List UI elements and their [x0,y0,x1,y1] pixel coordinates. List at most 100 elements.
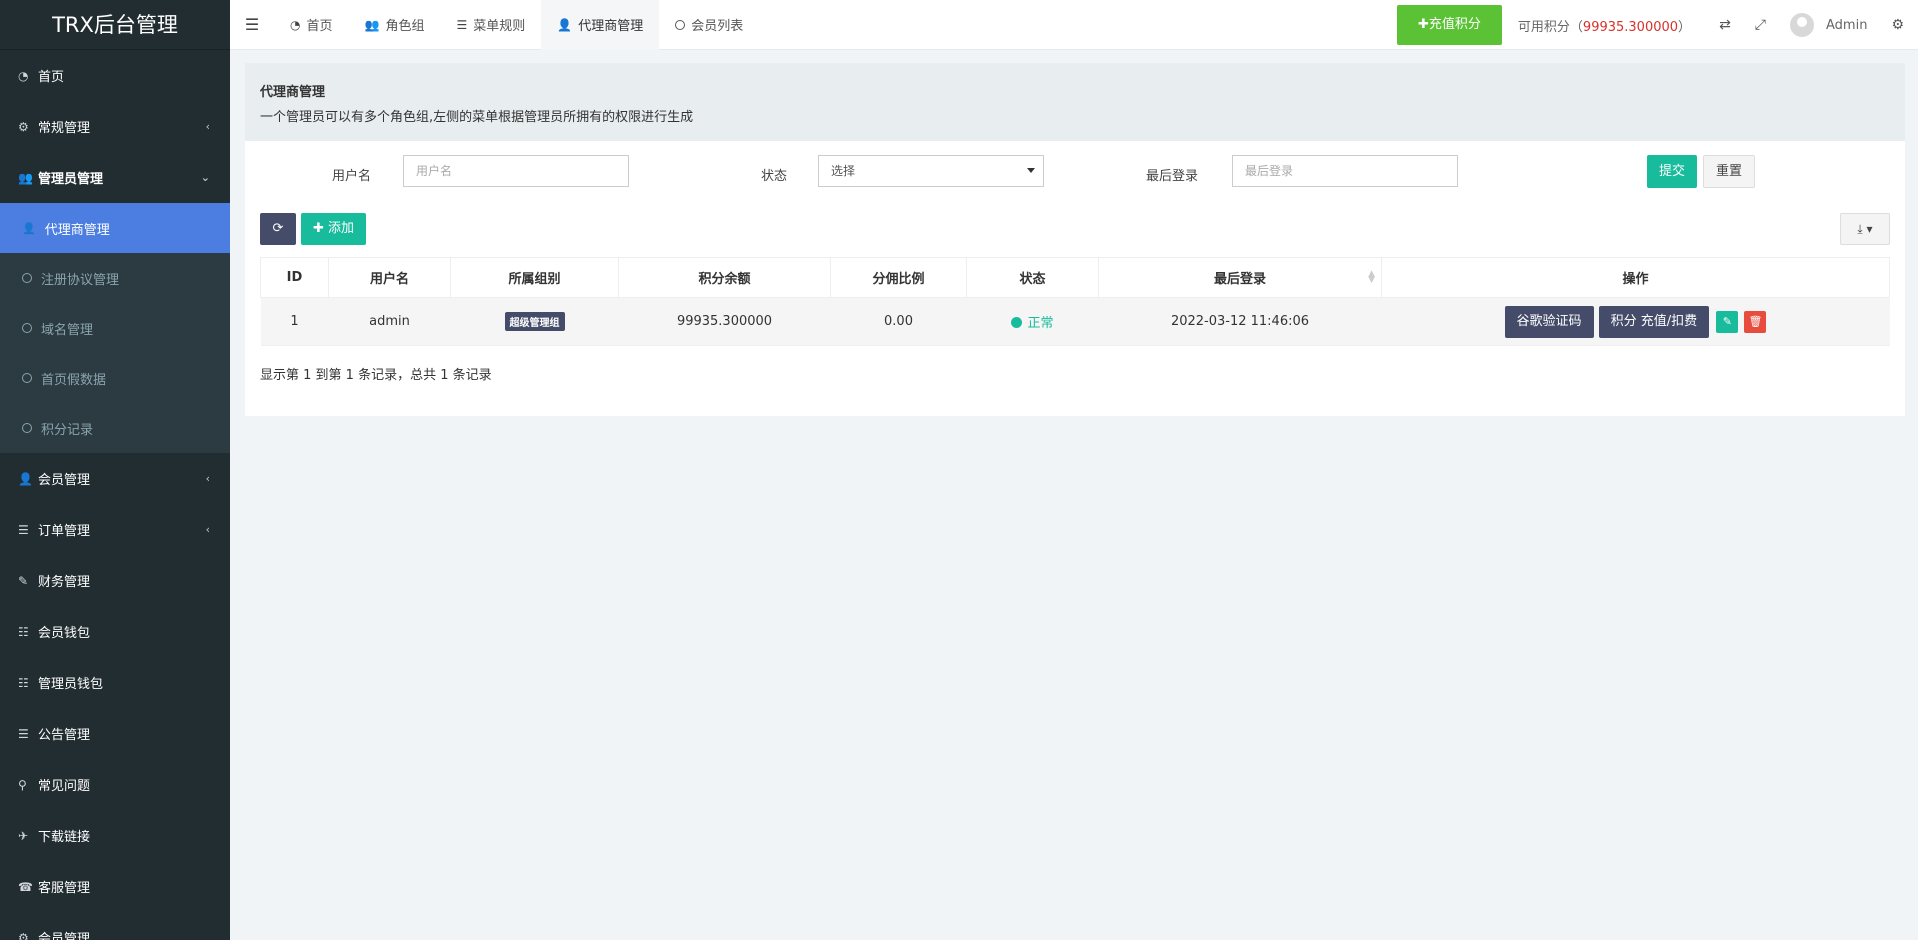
content-panel: 代理商管理 一个管理员可以有多个角色组,左侧的菜单根据管理员所拥有的权限进行生成… [245,63,1905,416]
pagination-summary: 显示第 1 到第 1 条记录，总共 1 条记录 [260,368,492,383]
sidebar-item-support[interactable]: ☎ 客服管理 [0,861,230,912]
table-row: 1 admin 超级管理组 99935.300000 0.00 正常 2022-… [260,297,1890,346]
tab-agent-management[interactable]: 👤 代理商管理 [541,0,660,50]
sidebar-item-label: 常见问题 [38,779,91,794]
user-icon: 👤 [22,221,36,235]
sidebar-item-agent[interactable]: 👤 代理商管理 [0,203,230,253]
refresh-icon: ⟳ [272,221,284,236]
tab-home[interactable]: ◔ 首页 [274,0,349,50]
list-alt-icon: ☷ [18,675,29,690]
sidebar-item-admin[interactable]: 👥 管理员管理 ⌄ [0,152,230,203]
points-recharge-button[interactable]: 积分 充值/扣费 [1598,305,1710,338]
sidebar-item-member-wallet[interactable]: ☷ 会员钱包 [0,606,230,657]
chevron-left-icon: ‹ [205,472,210,485]
sidebar-item-agreement[interactable]: 注册协议管理 [0,253,230,303]
tab-role-group[interactable]: 👥 角色组 [349,0,441,50]
sidebar-item-label: 管理员管理 [38,172,104,187]
tab-label: 角色组 [385,19,425,34]
cell-id: 1 [260,297,329,346]
col-username[interactable]: 用户名 [328,257,451,298]
col-last-login[interactable]: 最后登录 ▲ ▼ [1098,257,1382,298]
sidebar-item-label: 会员钱包 [38,626,91,641]
sidebar-item-orders[interactable]: ☰ 订单管理 ‹ [0,504,230,555]
sidebar-item-domain[interactable]: 域名管理 [0,303,230,353]
sidebar-item-label: 订单管理 [38,524,91,539]
group-icon: 👥 [18,170,33,185]
cell-group: 超级管理组 [450,297,619,346]
lastlogin-label: 最后登录 [1146,169,1199,184]
cell-actions: 谷歌验证码 积分 充值/扣费 ✎ 🗑 [1381,297,1890,346]
cell-last-login: 2022-03-12 11:46:06 [1098,297,1382,346]
cell-ratio: 0.00 [830,297,967,346]
cell-balance: 99935.300000 [618,297,831,346]
cogs-icon: ⚙ [18,119,29,134]
chevron-down-icon: ⌄ [200,171,210,184]
circle-icon [22,323,32,333]
tab-member-list[interactable]: 会员列表 [659,0,759,50]
top-navbar: ☰ ◔ 首页 👥 角色组 ☰ 菜单规则 👤 代理商管理 会员列表 ✚充值积分 可… [230,0,1918,50]
reset-button[interactable]: 重置 [1703,155,1756,188]
col-id[interactable]: ID [260,257,329,298]
sidebar-item-label: 代理商管理 [44,222,110,238]
col-balance[interactable]: 积分余额 [618,257,831,298]
sidebar-item-download[interactable]: ✈ 下载链接 [0,810,230,861]
sidebar-item-label: 财务管理 [38,575,91,590]
lastlogin-input[interactable]: 最后登录 [1232,155,1458,187]
edit-icon[interactable]: ✎ [1716,310,1739,333]
circle-icon [22,423,32,433]
sidebar-item-label: 常规管理 [38,121,91,136]
status-select[interactable]: 选择 [818,155,1044,187]
username-input[interactable]: 用户名 [403,155,629,187]
credits-prefix: 可用积分（ [1517,19,1583,35]
add-button[interactable]: ✚ 添加 [301,213,367,245]
submit-button[interactable]: 提交 [1647,155,1698,188]
chevron-left-icon: ‹ [205,120,210,133]
tab-menu-rules[interactable]: ☰ 菜单规则 [440,0,541,50]
sidebar-item-finance[interactable]: ✎ 财务管理 [0,555,230,606]
sidebar-item-label: 公告管理 [38,728,91,743]
user-name[interactable]: Admin [1826,18,1867,33]
cell-status: 正常 [966,297,1099,346]
user-icon: 👤 [557,17,573,32]
sidebar-item-faq[interactable]: ⚲ 常见问题 [0,759,230,810]
sidebar-item-label: 管理员钱包 [38,677,104,692]
recharge-button[interactable]: ✚充值积分 [1397,5,1502,45]
sidebar-item-home[interactable]: ◔ 首页 [0,50,230,101]
cell-username: admin [328,297,451,346]
sidebar-item-more[interactable]: ⚙ 会员管理 [0,912,230,940]
avatar[interactable] [1790,13,1814,37]
col-ratio[interactable]: 分佣比例 [830,257,967,298]
refresh-button[interactable]: ⟳ [260,213,296,245]
dashboard-icon: ◔ [18,68,29,83]
user-icon: 👤 [18,471,33,486]
credits-amount: 99935.300000 [1582,19,1679,35]
trash-icon[interactable]: 🗑 [1744,310,1767,333]
sidebar-item-general[interactable]: ⚙ 常规管理 ‹ [0,101,230,152]
sort-icon[interactable]: ▲ ▼ [1368,270,1375,285]
list-icon: ☰ [456,17,468,32]
tab-label: 菜单规则 [473,19,526,34]
settings-icon[interactable]: ⚙ [1891,17,1904,33]
sidebar-item-label: 积分记录 [41,422,94,438]
col-group[interactable]: 所属组别 [450,257,619,298]
filter-form: 用户名 用户名 状态 选择 最后登录 最后登录 提交 重置 [245,155,1905,189]
sidebar-item-notices[interactable]: ☰ 公告管理 [0,708,230,759]
status-dot-icon [1011,317,1023,328]
list-alt-icon: ☷ [18,624,29,639]
language-icon[interactable]: ⇄ [1719,17,1731,33]
sidebar-item-label: 会员管理 [38,473,91,488]
fullscreen-icon[interactable]: ⤢ [1755,17,1766,33]
sidebar-item-admin-wallet[interactable]: ☷ 管理员钱包 [0,657,230,708]
sidebar-item-points-log[interactable]: 积分记录 [0,403,230,453]
chevron-left-icon: ‹ [205,523,210,536]
menu-toggle-icon[interactable]: ☰ [230,15,274,34]
edit-icon: ✎ [18,573,29,588]
export-button[interactable]: ⤓ ▾ [1840,213,1890,245]
panel-header: 代理商管理 一个管理员可以有多个角色组,左侧的菜单根据管理员所拥有的权限进行生成 [245,63,1905,141]
sidebar-submenu: 👤 代理商管理 注册协议管理 域名管理 首页假数据 积分记录 [0,203,230,453]
sidebar-item-members[interactable]: 👤 会员管理 ‹ [0,453,230,504]
credits-suffix: ） [1678,19,1692,35]
google-auth-button[interactable]: 谷歌验证码 [1504,305,1594,338]
sidebar-item-fake-data[interactable]: 首页假数据 [0,353,230,403]
col-status[interactable]: 状态 [966,257,1099,298]
